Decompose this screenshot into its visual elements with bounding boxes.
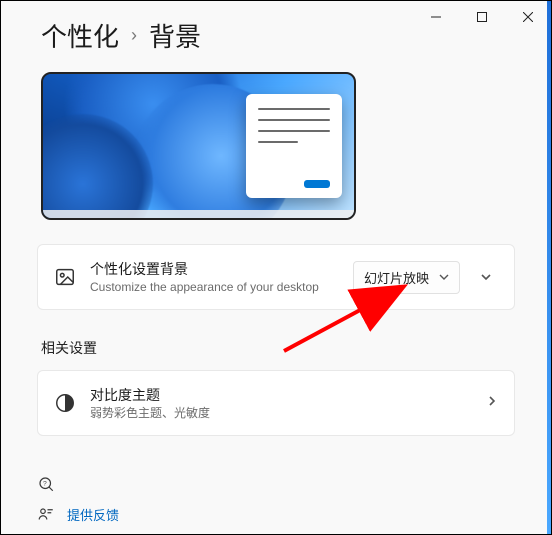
preview-container xyxy=(1,62,551,232)
contrast-icon xyxy=(54,392,76,414)
preview-window-mock xyxy=(246,94,342,198)
desktop-preview xyxy=(41,72,356,220)
contrast-themes-card[interactable]: 对比度主题 弱势彩色主题、光敏度 xyxy=(37,370,515,436)
chevron-right-icon xyxy=(486,394,498,412)
feedback-row[interactable]: 提供反馈 xyxy=(37,505,119,524)
personalize-subtitle: Customize the appearance of your desktop xyxy=(90,279,339,295)
preview-taskbar xyxy=(43,210,354,218)
feedback-icon xyxy=(37,506,55,524)
right-edge-decoration xyxy=(547,1,551,534)
window-controls xyxy=(413,1,551,33)
dropdown-value: 幻灯片放映 xyxy=(364,268,429,287)
minimize-button[interactable] xyxy=(413,1,459,33)
contrast-title: 对比度主题 xyxy=(90,385,472,405)
personalize-background-card: 个性化设置背景 Customize the appearance of your… xyxy=(37,244,515,310)
image-icon xyxy=(54,266,76,288)
breadcrumb-parent[interactable]: 个性化 xyxy=(41,17,119,54)
close-button[interactable] xyxy=(505,1,551,33)
personalize-title: 个性化设置背景 xyxy=(90,259,339,279)
chevron-right-icon: › xyxy=(131,25,137,46)
maximize-button[interactable] xyxy=(459,1,505,33)
expand-section-button[interactable] xyxy=(474,265,498,289)
svg-text:?: ? xyxy=(43,481,47,488)
breadcrumb-current: 背景 xyxy=(149,17,201,54)
help-row[interactable]: ? xyxy=(37,475,119,493)
background-type-dropdown[interactable]: 幻灯片放映 xyxy=(353,261,460,294)
contrast-subtitle: 弱势彩色主题、光敏度 xyxy=(90,405,472,421)
help-icon: ? xyxy=(37,475,55,493)
feedback-link[interactable]: 提供反馈 xyxy=(67,505,119,524)
chevron-down-icon xyxy=(439,272,449,282)
related-settings-heading: 相关设置 xyxy=(41,338,511,358)
footer-links: ? 提供反馈 xyxy=(37,475,119,524)
